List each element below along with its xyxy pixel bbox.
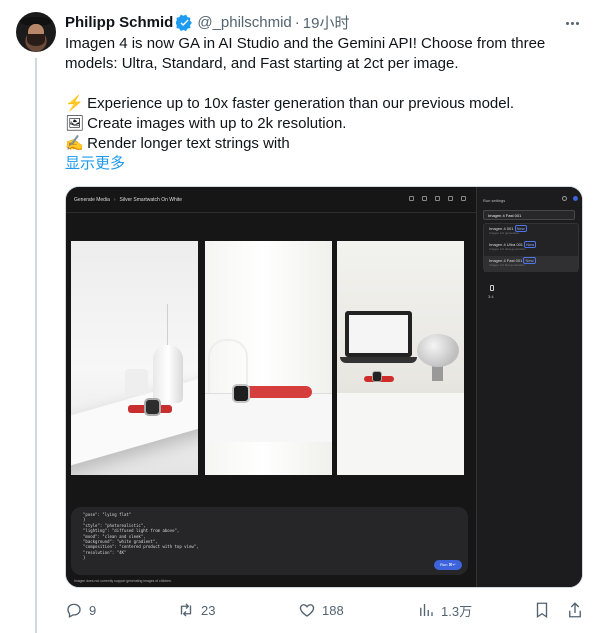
generated-image-2 bbox=[205, 241, 332, 475]
author-avatar[interactable] bbox=[16, 12, 56, 52]
tweet-bullet-1: ⚡ Experience up to 10x faster generation… bbox=[65, 95, 515, 112]
share-icon bbox=[569, 602, 581, 618]
verified-badge-icon bbox=[176, 14, 193, 31]
writing-hand-icon: ✍ bbox=[65, 135, 84, 152]
aspect-ratio-label: 3:4 bbox=[488, 294, 494, 299]
ai-studio-screenshot: Generate Media › Silver Smartwatch On Wh… bbox=[66, 187, 582, 587]
generated-image-3 bbox=[337, 241, 464, 475]
screenshot-run-button: Run ⌘↵ bbox=[434, 560, 462, 570]
reply-count: 9 bbox=[89, 602, 97, 618]
separator-dot: · bbox=[294, 13, 300, 31]
like-button[interactable]: 188 bbox=[298, 600, 344, 620]
bookmark-button[interactable] bbox=[533, 600, 551, 620]
model-option-selected: Imagen 4 Fast 001 New Imagen 4.0 fast gen… bbox=[484, 256, 578, 272]
analytics-icon bbox=[420, 604, 433, 616]
tweet-header: Philipp Schmid @_philschmid · 19小时 bbox=[65, 12, 349, 32]
aspect-ratio-icon bbox=[490, 285, 494, 291]
run-settings-title: Run settings bbox=[483, 198, 506, 203]
breadcrumb-separator: › bbox=[113, 196, 116, 203]
generated-image-1 bbox=[71, 241, 198, 475]
bookmark-icon bbox=[536, 602, 548, 619]
screenshot-run-settings-panel: Run settings Imagen 4 Fast 001 Imagen 4 … bbox=[476, 187, 582, 587]
model-select: Imagen 4 Fast 001 bbox=[483, 210, 575, 220]
reply-button[interactable]: 9 bbox=[65, 600, 96, 620]
view-count: 1.3万 bbox=[441, 603, 473, 619]
like-count: 188 bbox=[322, 602, 344, 618]
repost-button[interactable]: 23 bbox=[177, 600, 215, 620]
model-dropdown: Imagen 4 001 New Imagen 4.0 generation Im… bbox=[483, 223, 579, 272]
thread-line bbox=[35, 58, 37, 633]
tweet-line-1: Imagen 4 is now GA in AI Studio and the … bbox=[65, 35, 546, 52]
lightning-icon: ⚡ bbox=[65, 95, 84, 112]
author-name[interactable]: Philipp Schmid bbox=[65, 14, 173, 31]
model-option: Imagen 4 Ultra 001 New Imagen 4.0 ultra g… bbox=[489, 241, 537, 251]
model-option: Imagen 4 001 New Imagen 4.0 generation bbox=[489, 225, 527, 235]
run-settings-icons bbox=[562, 196, 578, 201]
more-icon[interactable] bbox=[563, 14, 581, 32]
tweet-bullet-3: ✍ Render longer text strings with bbox=[65, 135, 290, 152]
screenshot-toolbar bbox=[409, 196, 466, 201]
tweet-bullet-2: 🖼 Create images with up to 2k resolution… bbox=[65, 115, 347, 132]
reply-icon bbox=[67, 603, 81, 618]
views-button[interactable]: 1.3万 bbox=[417, 600, 472, 620]
image-icon: 🖼 bbox=[65, 115, 85, 132]
share-button[interactable] bbox=[566, 600, 584, 620]
repost-count: 23 bbox=[201, 602, 216, 618]
heart-icon bbox=[299, 604, 315, 617]
tweet-line-2: models: Ultra, Standard, and Fast starti… bbox=[65, 55, 459, 72]
beard-shape bbox=[27, 34, 45, 46]
tweet-actions: 9 23 188 1.3万 bbox=[65, 598, 585, 622]
tweet-text: Imagen 4 is now GA in AI Studio and the … bbox=[65, 34, 580, 174]
author-handle[interactable]: @_philschmid bbox=[197, 14, 291, 31]
show-more-link[interactable]: 显示更多 bbox=[65, 154, 580, 174]
screenshot-prompt-box: "pose": "lying flat" } "style": "photore… bbox=[71, 507, 468, 575]
screenshot-breadcrumb-root: Generate Media bbox=[74, 196, 110, 203]
screenshot-notice: Imagen does not currently support genera… bbox=[74, 579, 172, 583]
tweet-time[interactable]: 19小时 bbox=[303, 12, 350, 33]
screenshot-breadcrumb-title: Silver Smartwatch On White bbox=[119, 196, 183, 203]
repost-icon bbox=[180, 603, 192, 617]
screenshot-topbar: Generate Media › Silver Smartwatch On Wh… bbox=[66, 187, 476, 213]
tweet-media[interactable]: Generate Media › Silver Smartwatch On Wh… bbox=[65, 186, 583, 588]
